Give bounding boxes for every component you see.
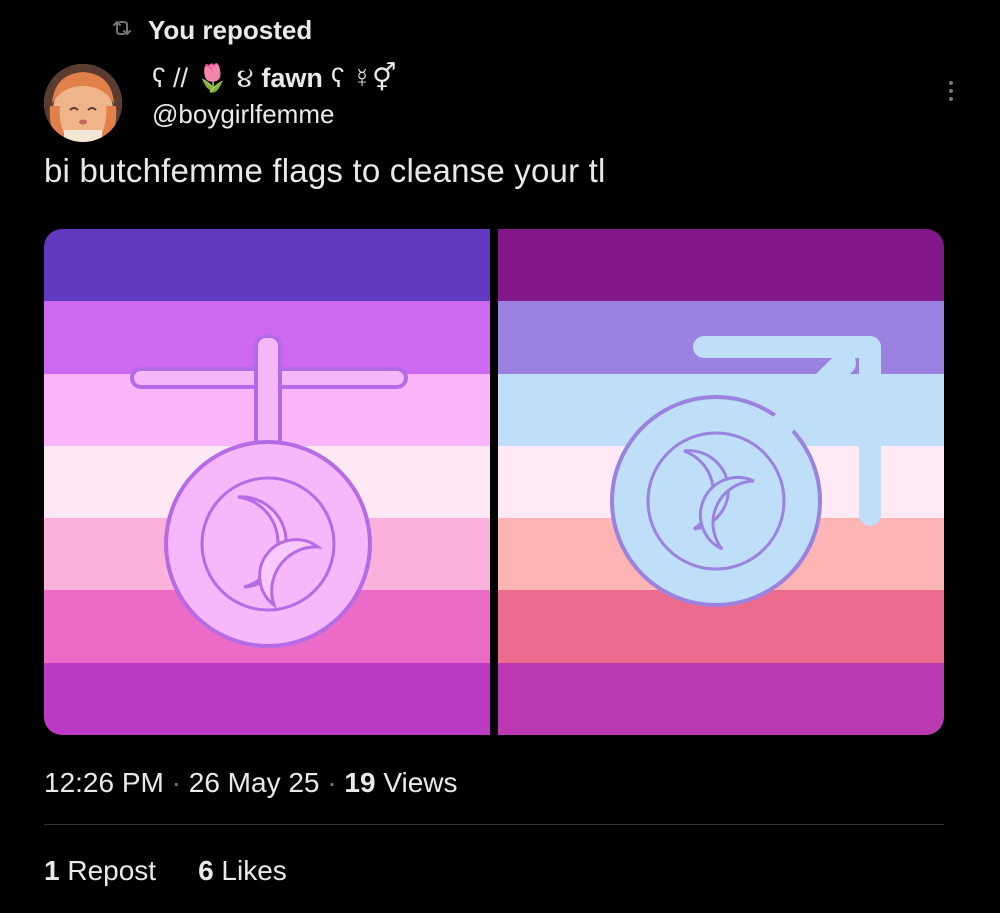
divider — [44, 824, 944, 825]
tweet-text: bi butchfemme flags to cleanse your tl — [44, 152, 606, 189]
mars-moon-symbol-icon — [610, 336, 881, 607]
display-name-suffix: ʕ ☿⚥ — [330, 62, 397, 93]
repost-label: You reposted — [148, 14, 313, 45]
tweet-meta: 12:26 PM · 26 May 25 · 19 Views — [44, 767, 458, 799]
reposts-label: Repost — [59, 855, 157, 886]
likes-count: 6 — [198, 855, 214, 886]
likes-stat[interactable]: 6 Likes — [198, 855, 287, 887]
more-options-icon[interactable] — [936, 76, 966, 106]
tweet-time[interactable]: 12:26 PM — [44, 767, 164, 799]
tweet-media[interactable] — [44, 229, 944, 735]
repost-indicator[interactable]: You reposted — [110, 12, 312, 48]
likes-label: Likes — [213, 855, 287, 886]
display-name-prefix: ʕ // 🌷 ૪ — [152, 62, 254, 93]
views-label: Views — [375, 767, 458, 798]
avatar[interactable] — [44, 64, 122, 142]
reposts-count: 1 — [44, 855, 60, 886]
author-handle[interactable]: @boygirlfemme — [152, 99, 334, 130]
engagement-stats: 1 Repost 6 Likes — [44, 855, 287, 887]
display-name-main: fawn — [261, 62, 323, 93]
venus-moon-symbol-icon — [130, 334, 408, 648]
tweet-date[interactable]: 26 May 25 — [189, 767, 320, 799]
reposts-stat[interactable]: 1 Repost — [44, 855, 156, 887]
meta-separator: · — [319, 767, 345, 798]
avatar-icon — [44, 64, 122, 142]
views-count: 19 — [344, 767, 376, 798]
right-flag-image[interactable] — [498, 229, 944, 735]
author-display-name[interactable]: ʕ // 🌷 ૪ fawn ʕ ☿⚥ — [152, 60, 397, 96]
repost-icon — [110, 16, 134, 45]
meta-separator: · — [163, 767, 189, 798]
left-flag-image[interactable] — [44, 229, 490, 735]
